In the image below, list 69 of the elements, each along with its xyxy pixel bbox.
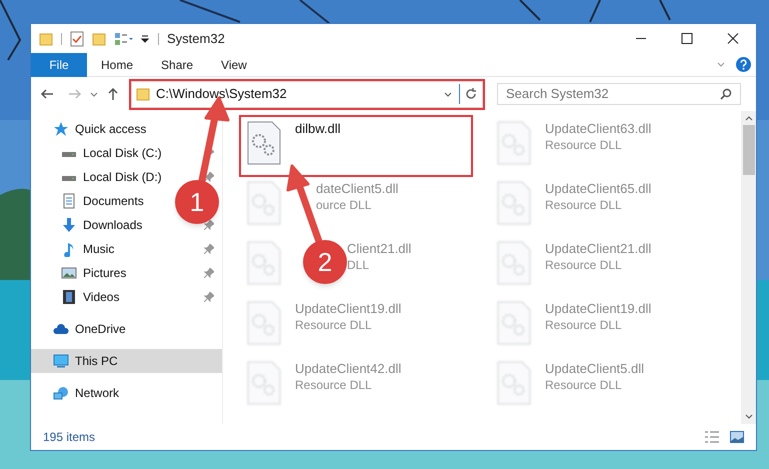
gear-file-icon bbox=[247, 301, 281, 345]
gear-file-icon bbox=[497, 301, 531, 345]
gear-file-icon bbox=[497, 361, 531, 405]
pin-icon bbox=[204, 244, 214, 254]
monitor-icon bbox=[53, 353, 69, 369]
file-type: Resource DLL bbox=[295, 377, 373, 393]
nav-item[interactable]: Videos bbox=[83, 288, 120, 306]
gear-file-icon bbox=[247, 361, 281, 405]
film-icon bbox=[61, 289, 77, 305]
pin-icon bbox=[204, 292, 214, 302]
nav-item[interactable]: Local Disk (C:) bbox=[83, 144, 162, 162]
file-type: Resource DLL bbox=[295, 317, 373, 333]
thumbnail-view-icon[interactable] bbox=[730, 431, 744, 443]
gear-file-icon bbox=[247, 181, 281, 225]
picture-icon bbox=[61, 265, 77, 281]
gear-file-icon bbox=[497, 241, 531, 285]
nav-item[interactable]: This PC bbox=[31, 349, 222, 373]
window-title: System32 bbox=[167, 30, 225, 48]
download-arrow-icon bbox=[61, 217, 77, 233]
pin-icon bbox=[204, 220, 214, 230]
file-type: Resource DLL bbox=[545, 317, 623, 333]
help-icon[interactable] bbox=[736, 57, 751, 72]
file-type: Resource DLL bbox=[545, 197, 623, 213]
properties-icon bbox=[114, 32, 134, 46]
search-input[interactable]: Search System32 bbox=[506, 84, 720, 104]
pin-icon bbox=[204, 172, 214, 182]
gear-file-icon bbox=[247, 121, 281, 165]
star-icon bbox=[53, 121, 69, 137]
scrollbar-thumb[interactable] bbox=[742, 125, 754, 175]
nav-item[interactable]: OneDrive bbox=[31, 317, 222, 341]
folder-icon bbox=[39, 32, 53, 46]
dropdown-icon[interactable] bbox=[140, 34, 150, 44]
nav-item[interactable]: Music bbox=[83, 240, 114, 258]
search-field[interactable]: Search System32 bbox=[497, 83, 741, 105]
ribbon-tab[interactable]: Home bbox=[87, 52, 148, 76]
cloud-icon bbox=[53, 321, 69, 337]
address-bar[interactable]: C:\Windows\System32 bbox=[131, 80, 483, 108]
ribbon-tab[interactable]: File bbox=[31, 52, 87, 76]
folder-icon bbox=[92, 32, 106, 46]
ribbon-tab[interactable]: View bbox=[207, 52, 261, 76]
nav-item[interactable]: Downloads bbox=[83, 216, 142, 234]
file-type: Resource DLL bbox=[545, 377, 623, 393]
folder-icon bbox=[136, 87, 150, 101]
nav-item[interactable]: Pictures bbox=[83, 264, 126, 282]
network-icon bbox=[53, 385, 69, 401]
file-type: ource DLL bbox=[316, 197, 372, 213]
ribbon-tab[interactable]: Share bbox=[147, 52, 208, 76]
pin-icon bbox=[204, 148, 214, 158]
drive-icon bbox=[61, 176, 77, 182]
gear-file-icon bbox=[247, 241, 281, 285]
drive-icon bbox=[61, 152, 77, 158]
details-view-icon[interactable] bbox=[704, 431, 720, 443]
nav-item[interactable]: Local Disk (D:) bbox=[83, 168, 162, 186]
gear-file-icon bbox=[497, 121, 531, 165]
document-icon bbox=[61, 193, 77, 209]
nav-item[interactable]: Documents bbox=[83, 192, 144, 210]
refresh-icon[interactable] bbox=[464, 87, 478, 101]
nav-item[interactable]: Network bbox=[31, 381, 222, 405]
item-count: 195 items bbox=[43, 429, 96, 446]
search-icon bbox=[720, 88, 732, 100]
pin-icon bbox=[204, 268, 214, 278]
checklist-icon bbox=[70, 30, 84, 46]
nav-item[interactable]: Quick access bbox=[31, 117, 222, 141]
gear-file-icon bbox=[497, 181, 531, 225]
scrollbar[interactable] bbox=[741, 111, 756, 424]
file-type: Resource DLL bbox=[545, 257, 623, 273]
file-name[interactable]: dilbw.dll bbox=[295, 121, 341, 137]
file-type: Resource DLL bbox=[545, 137, 623, 153]
file-type: DLL bbox=[347, 257, 370, 273]
